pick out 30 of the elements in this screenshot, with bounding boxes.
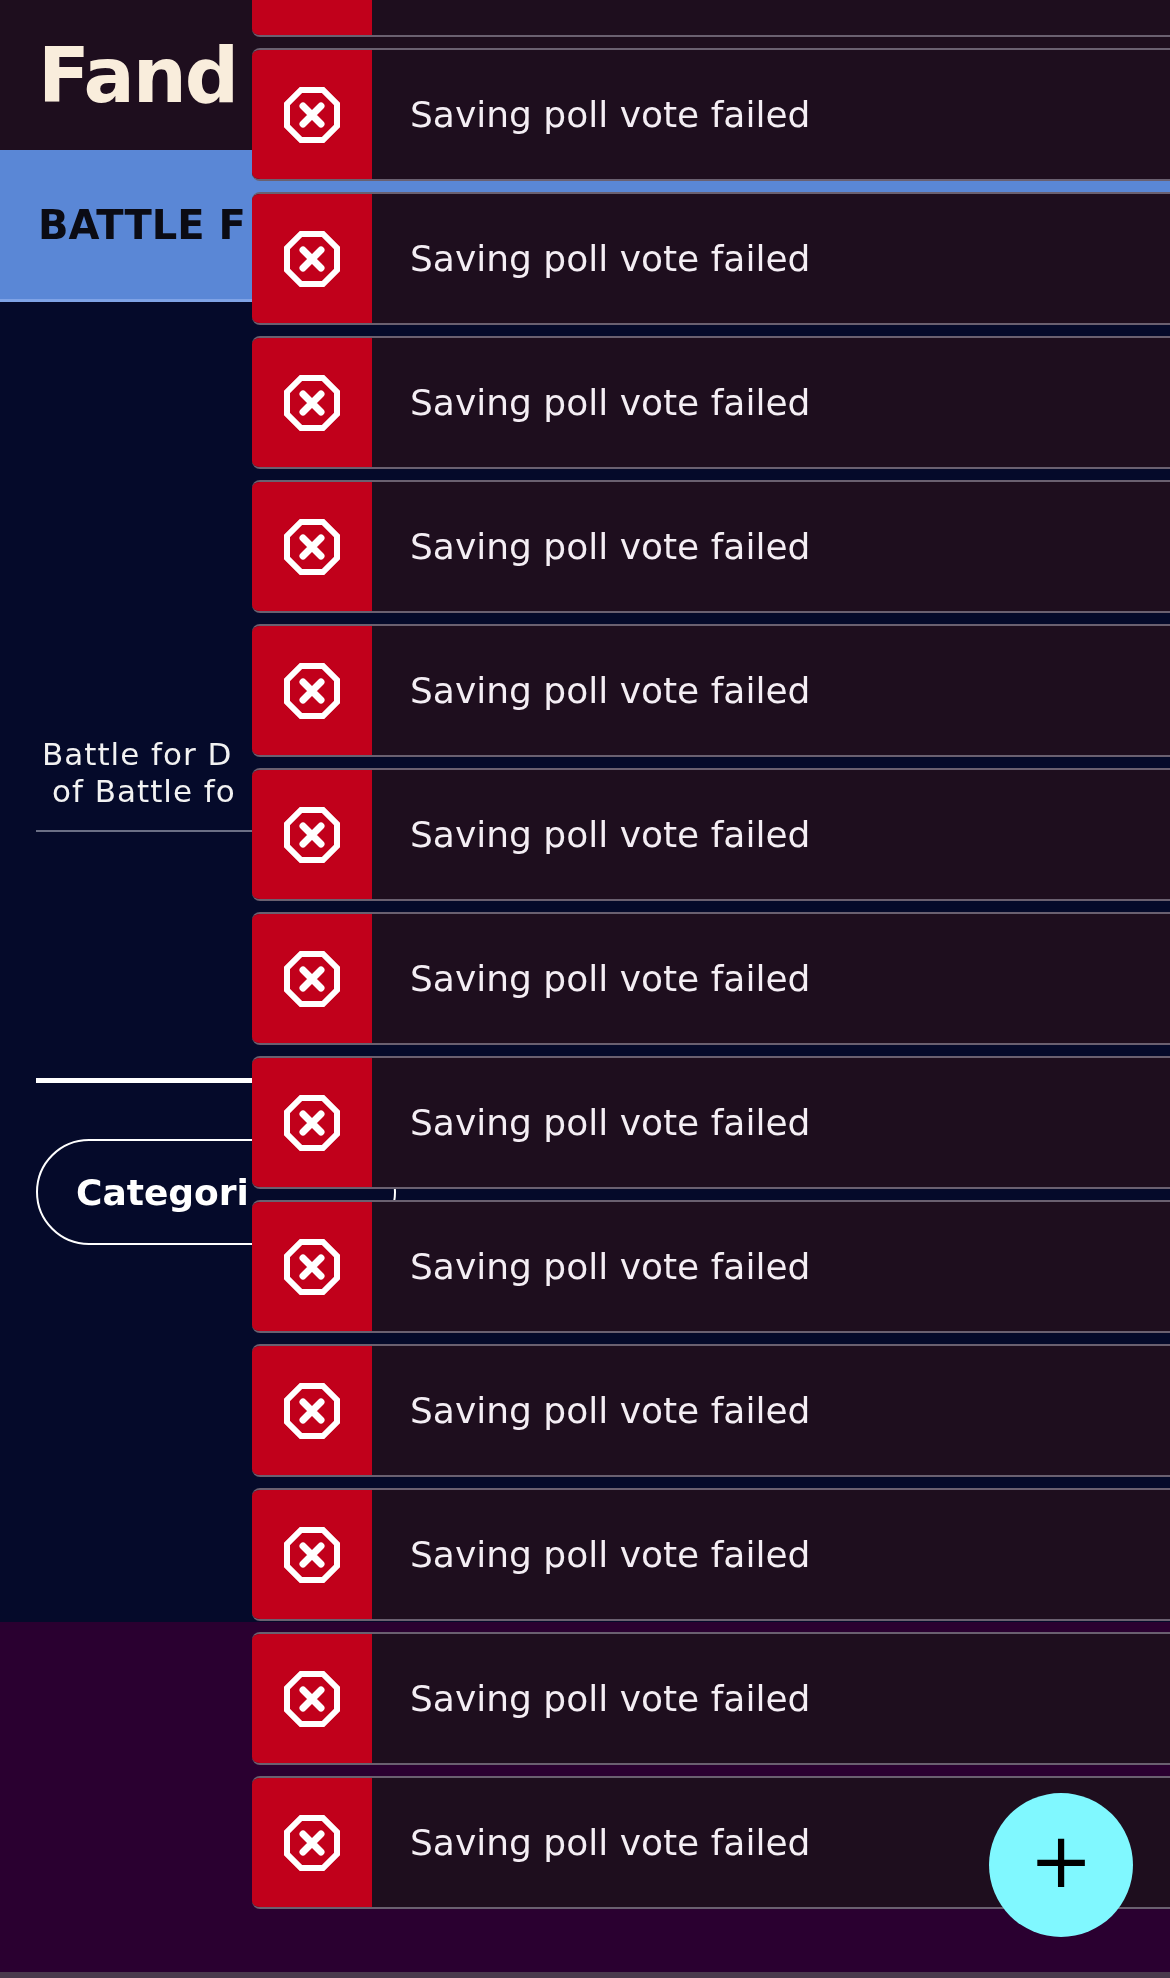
- wiki-title: BATTLE F: [38, 201, 246, 248]
- error-icon: [284, 1382, 340, 1439]
- error-icon: [284, 1670, 340, 1727]
- toast-message: Saving poll vote failed: [410, 1678, 811, 1719]
- toast-message: Saving poll vote failed: [410, 526, 811, 567]
- intro-text: of Battle fo: [51, 773, 237, 810]
- error-icon: [284, 374, 340, 431]
- toast-message: Saving poll vote failed: [410, 1390, 811, 1431]
- error-icon: [284, 518, 340, 575]
- error-icon: [284, 86, 340, 143]
- toast-message: Saving poll vote failed: [410, 1534, 811, 1575]
- toast-message: Saving poll vote failed: [410, 1102, 811, 1143]
- intro-text: Battle for D: [41, 736, 234, 773]
- toast-message: Saving poll vote failed: [410, 670, 811, 711]
- error-icon: [284, 806, 340, 863]
- toast-message: Saving poll vote failed: [410, 1246, 811, 1287]
- toast-message: Saving poll vote failed: [410, 238, 811, 279]
- error-icon: [284, 1814, 340, 1871]
- toast-message: Saving poll vote failed: [410, 814, 811, 855]
- error-icon: [284, 1094, 340, 1151]
- error-icon: [284, 1238, 340, 1295]
- error-icon: [284, 230, 340, 287]
- toast-message: Saving poll vote failed: [410, 958, 811, 999]
- toast-message: Saving poll vote failed: [410, 94, 811, 135]
- toast-message: Saving poll vote failed: [410, 382, 811, 423]
- error-icon: [284, 950, 340, 1007]
- error-icon: [284, 662, 340, 719]
- logo[interactable]: Fand: [38, 30, 238, 120]
- toast-message: Saving poll vote failed: [410, 1822, 811, 1863]
- error-icon: [284, 1526, 340, 1583]
